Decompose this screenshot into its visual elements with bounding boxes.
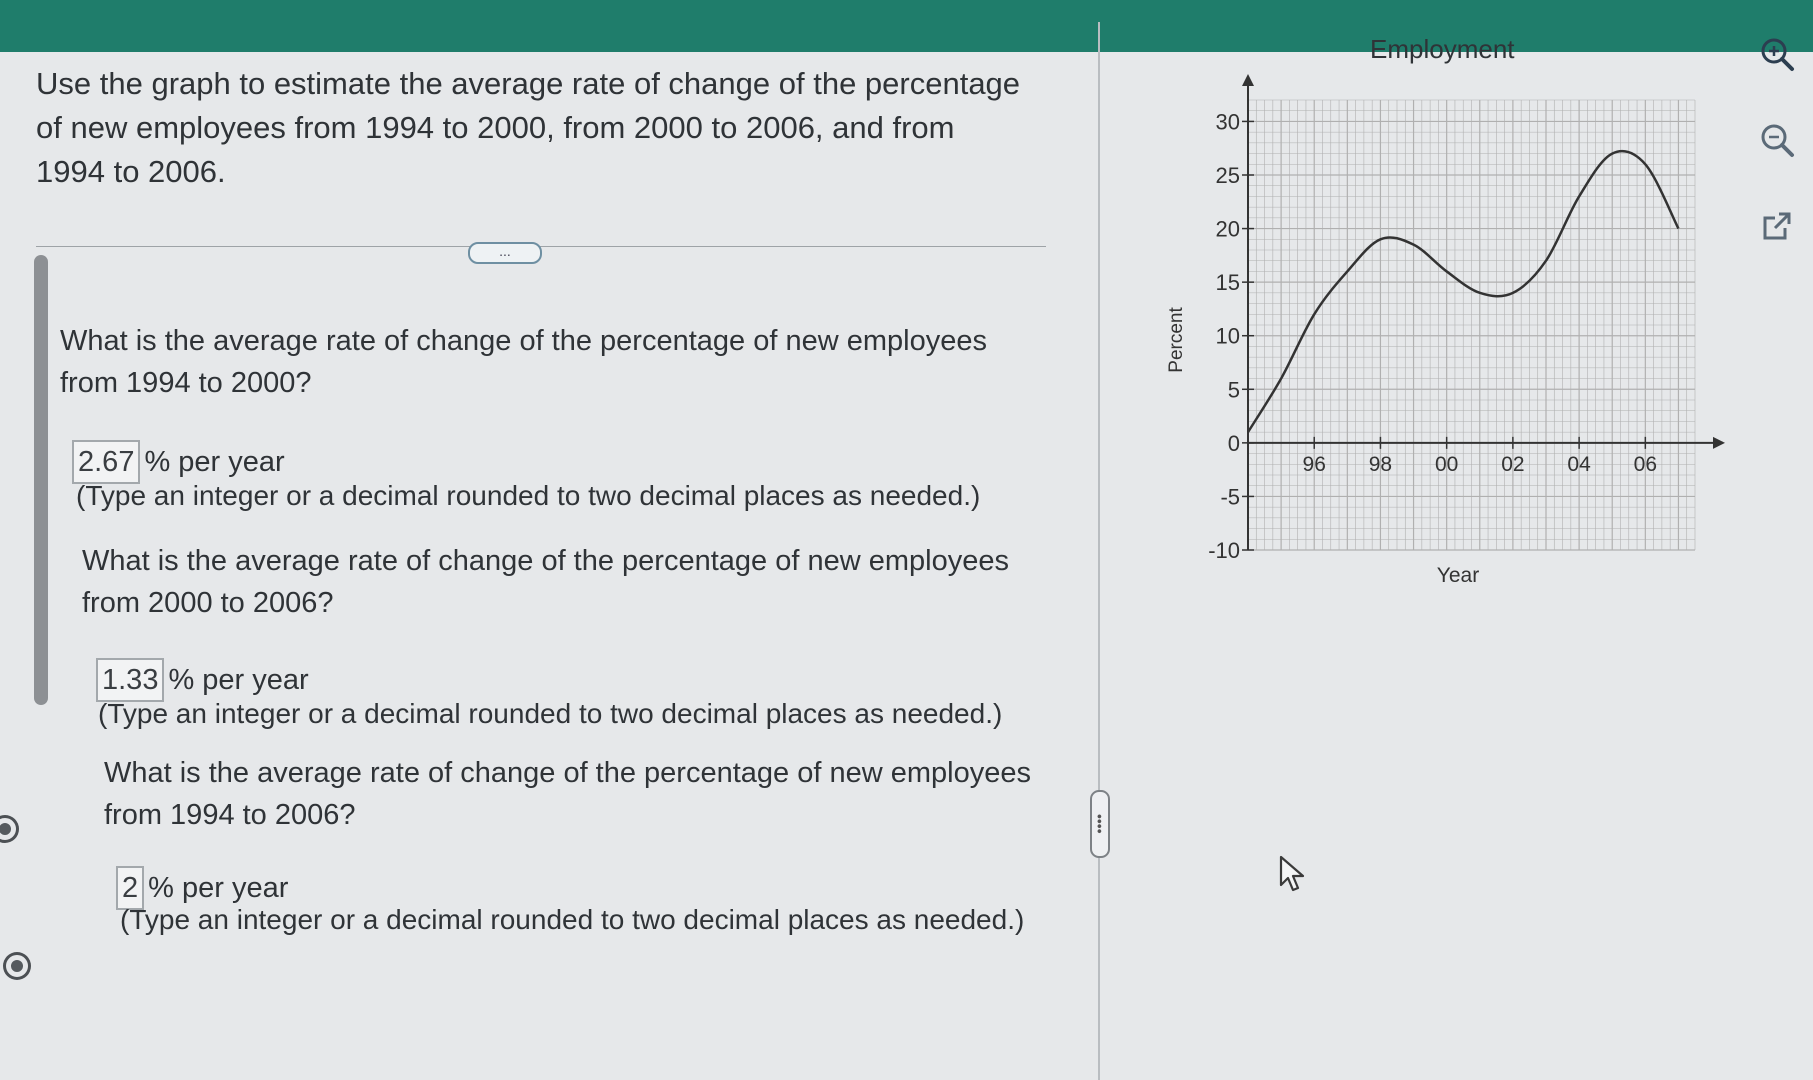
question-text: Use the graph to estimate the average ra… <box>36 66 1021 189</box>
y-axis-label: Percent <box>1166 307 1187 373</box>
y-axis-arrow <box>1242 74 1254 86</box>
pointer-cursor-icon <box>1279 855 1305 892</box>
x-axis-arrow <box>1713 436 1725 449</box>
y-tick-label: 15 <box>1216 270 1240 295</box>
side-nav-dot-2[interactable] <box>6 955 28 977</box>
y-tick-label: -5 <box>1220 484 1240 509</box>
employment-graph: Percent Year 30 25 20 15 10 5 0 -5 -10 96 98 00 02 04… <box>1166 74 1725 587</box>
y-tick-label: 10 <box>1216 324 1240 349</box>
more-button[interactable]: ... <box>468 242 542 264</box>
external-link-icon <box>1763 212 1791 240</box>
part-3-prompt: What is the average rate of change of th… <box>104 757 1031 831</box>
y-tick-label: -10 <box>1208 538 1240 563</box>
zoom-in-button[interactable] <box>1755 32 1799 76</box>
y-tick-label: 20 <box>1216 217 1240 242</box>
x-tick-label: 02 <box>1501 453 1524 476</box>
y-tick-label: 0 <box>1228 431 1240 456</box>
part-1-prompt: What is the average rate of change of th… <box>60 325 987 399</box>
zoom-out-icon <box>1761 124 1794 157</box>
part-1-hint: (Type an integer or a decimal rounded to… <box>76 480 981 511</box>
part-2-hint: (Type an integer or a decimal rounded to… <box>98 698 1003 729</box>
x-tick-label: 06 <box>1634 453 1657 476</box>
left-scrollbar[interactable] <box>34 255 48 705</box>
x-tick-label: 98 <box>1369 453 1392 476</box>
side-nav-dot-1[interactable] <box>0 818 16 840</box>
part-2-prompt: What is the average rate of change of th… <box>82 545 1009 619</box>
x-tick-label: 00 <box>1435 453 1458 476</box>
panel-divider <box>1098 22 1100 1080</box>
x-tick-label: 04 <box>1567 453 1591 476</box>
zoom-out-button[interactable] <box>1755 118 1799 162</box>
x-tick-label: 96 <box>1303 453 1326 476</box>
y-tick-label: 30 <box>1216 109 1240 134</box>
part-3-hint: (Type an integer or a decimal rounded to… <box>120 904 1025 935</box>
y-tick-label: 25 <box>1216 163 1240 188</box>
panel-resize-handle[interactable]: •••• <box>1090 790 1110 858</box>
x-axis-label: Year <box>1437 564 1479 587</box>
popout-button[interactable] <box>1755 204 1799 248</box>
zoom-in-icon <box>1761 38 1794 71</box>
y-tick-label: 5 <box>1228 377 1240 402</box>
